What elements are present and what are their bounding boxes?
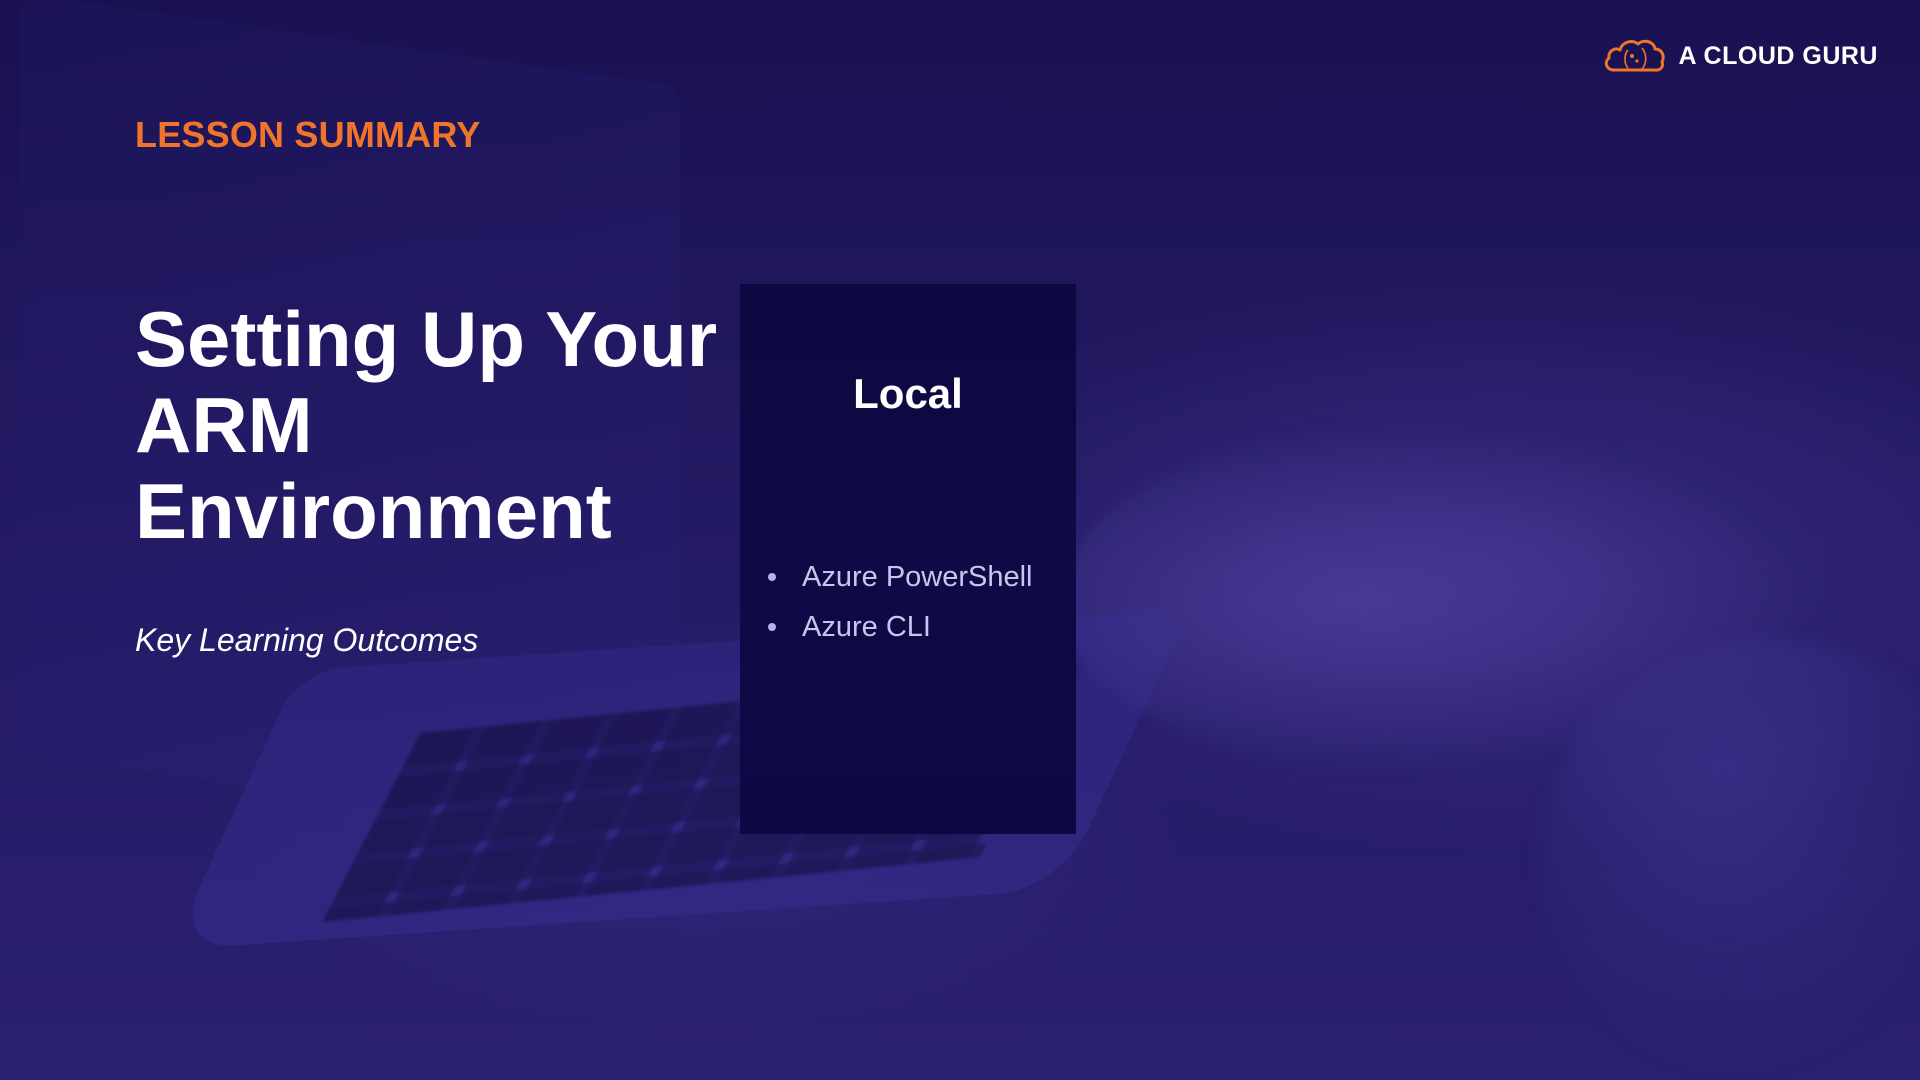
cloud-logo-icon [1605, 39, 1666, 72]
card-title: Local [853, 370, 963, 417]
list-item: Azure CLI [768, 602, 1033, 652]
bullet-icon [768, 623, 776, 631]
list-item-label: Azure PowerShell [802, 560, 1033, 593]
brand-name: A CLOUD GURU [1678, 41, 1878, 70]
list-item-label: Azure CLI [802, 610, 931, 643]
slide-title-line: Environment [135, 467, 612, 555]
card-list: Azure PowerShell Azure CLI [768, 552, 1033, 652]
slide-subtitle: Key Learning Outcomes [135, 622, 479, 658]
slide: A CLOUD GURU LESSON SUMMARY Setting Up Y… [0, 0, 1920, 1080]
slide-title-line: Setting Up Your [135, 295, 718, 383]
bullet-icon [768, 573, 776, 581]
slide-title: Setting Up Your ARM Environment [135, 296, 735, 554]
list-item: Azure PowerShell [768, 552, 1033, 602]
background-sleeve [1540, 640, 1920, 1080]
slide-title-line: ARM [135, 381, 313, 469]
local-tools-card: Local Azure PowerShell Azure CLI [740, 284, 1076, 834]
lesson-summary-label: LESSON SUMMARY [135, 114, 481, 155]
brand: A CLOUD GURU [1602, 36, 1878, 76]
background-hand [1060, 420, 1820, 780]
